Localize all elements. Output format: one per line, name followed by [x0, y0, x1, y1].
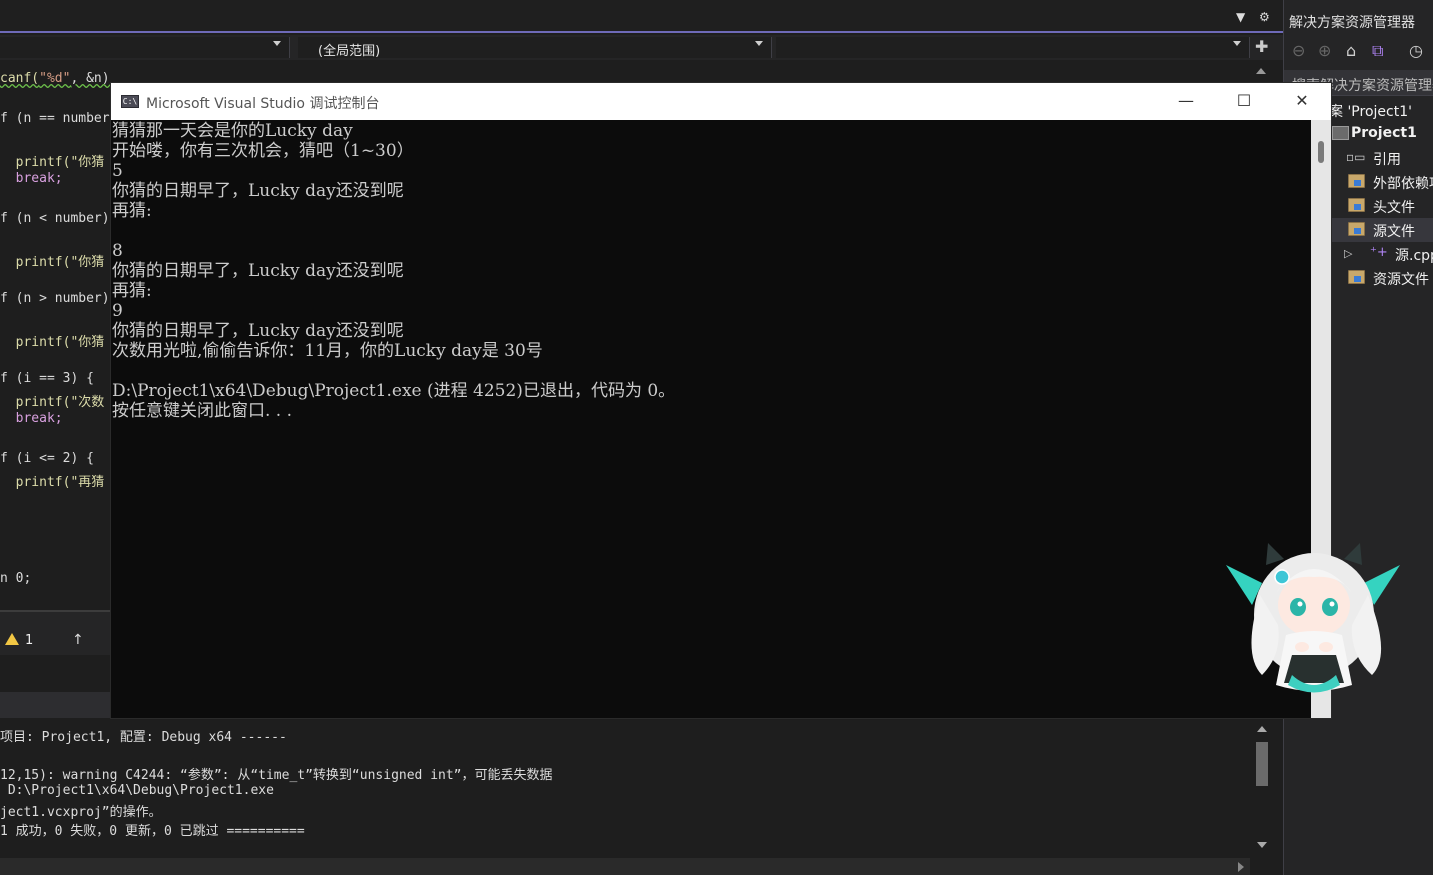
- folder-icon: [1348, 174, 1365, 188]
- code-line: f (n < number): [0, 211, 110, 226]
- chevron-down-icon: [755, 41, 763, 46]
- cpp-file-icon: ⁺+: [1370, 245, 1388, 260]
- console-line: 次数用光啦,偷偷告诉你：11月，你的Lucky day是 30号: [112, 341, 543, 361]
- code-line: f (n > number): [0, 291, 110, 306]
- debug-console-window[interactable]: C:\ Microsoft Visual Studio 调试控制台 — ☐ ✕ …: [110, 82, 1332, 719]
- console-line: 你猜的日期早了，Lucky day还没到呢: [112, 321, 404, 341]
- code-line: n 0;: [0, 571, 32, 586]
- folder-icon: [1348, 198, 1365, 212]
- output-horizontal-scrollbar[interactable]: [0, 858, 1250, 875]
- code-line: printf("次数: [0, 395, 105, 410]
- dropdown-arrow-icon[interactable]: ▼: [1236, 10, 1245, 24]
- output-line: 项目: Project1, 配置: Debug x64 ------: [0, 730, 287, 745]
- chevron-down-icon: [1233, 41, 1241, 46]
- minimize-button[interactable]: —: [1157, 83, 1215, 120]
- back-icon[interactable]: ⊖: [1292, 41, 1305, 60]
- history-icon[interactable]: ◷: [1409, 41, 1423, 60]
- console-line: 5: [112, 161, 123, 181]
- console-title: Microsoft Visual Studio 调试控制台: [146, 96, 380, 112]
- console-line: 9: [112, 301, 123, 321]
- arrow-up-icon[interactable]: ↑: [72, 632, 84, 648]
- forward-icon[interactable]: ⊕: [1318, 41, 1331, 60]
- code-line: break;: [0, 171, 63, 186]
- switch-views-icon[interactable]: ⧉: [1372, 41, 1383, 61]
- scroll-down-icon[interactable]: [1257, 842, 1267, 848]
- solution-explorer-title: 解决方案资源管理器: [1289, 15, 1415, 31]
- console-output[interactable]: 猜猜那一天会是你的Lucky day 开始喽，你有三次机会，猜吧（1~30） 5…: [111, 120, 1311, 718]
- output-line: ject1.vcxproj”的操作。: [0, 805, 162, 820]
- code-line: f (i <= 2) {: [0, 451, 94, 466]
- references-icon: ▫▭: [1346, 150, 1366, 164]
- folder-icon: [1348, 270, 1365, 284]
- console-line: D:\Project1\x64\Debug\Project1.exe (进程 4…: [112, 381, 676, 401]
- folder-icon: [1348, 222, 1365, 236]
- code-line: break;: [0, 411, 63, 426]
- console-line: 猜猜那一天会是你的Lucky day: [112, 121, 353, 141]
- editor-status-bar: 1 ↑: [0, 610, 110, 655]
- split-editor-icon[interactable]: ✚: [1255, 37, 1268, 56]
- chevron-down-icon: [273, 41, 281, 46]
- output-vertical-scrollbar[interactable]: [1250, 718, 1274, 858]
- navigation-bar: (全局范围) ✚: [0, 35, 1283, 60]
- console-line: 你猜的日期早了，Lucky day还没到呢: [112, 181, 404, 201]
- console-line: 再猜:: [112, 281, 152, 301]
- code-editor[interactable]: canf("%d", &n); f (n == number printf("你…: [0, 60, 110, 610]
- code-line: f (n == number: [0, 111, 110, 126]
- console-line: 8: [112, 241, 123, 261]
- console-line: 你猜的日期早了，Lucky day还没到呢: [112, 261, 404, 281]
- project-scope-dropdown[interactable]: [0, 37, 290, 58]
- scroll-up-icon[interactable]: [1257, 726, 1267, 732]
- scroll-up-icon[interactable]: [1256, 68, 1266, 74]
- output-line: D:\Project1\x64\Debug\Project1.exe: [0, 783, 274, 798]
- console-line: 开始喽，你有三次机会，猜吧（1~30）: [112, 141, 414, 161]
- code-line: printf("你猜: [0, 155, 105, 170]
- scrollbar-thumb[interactable]: [1318, 141, 1324, 163]
- global-scope-label: (全局范围): [318, 44, 381, 59]
- console-app-icon: C:\: [121, 95, 139, 108]
- code-line: printf("你猜: [0, 255, 105, 270]
- maximize-button[interactable]: ☐: [1215, 83, 1273, 120]
- expand-arrow-icon[interactable]: ▷: [1344, 247, 1352, 260]
- warning-count[interactable]: 1: [5, 633, 33, 648]
- console-line: 再猜:: [112, 201, 152, 221]
- close-button[interactable]: ✕: [1273, 83, 1331, 120]
- solution-explorer-toolbar: ⊖ ⊕ ⌂ ⧉ ◷: [1284, 36, 1433, 66]
- anime-mascot-icon[interactable]: [1222, 535, 1406, 705]
- scroll-right-icon[interactable]: [1238, 862, 1244, 872]
- project-icon: [1332, 126, 1349, 140]
- member-dropdown[interactable]: [776, 37, 1250, 58]
- code-line: printf("你猜: [0, 335, 105, 350]
- console-titlebar[interactable]: C:\ Microsoft Visual Studio 调试控制台 — ☐ ✕: [111, 83, 1331, 120]
- scrollbar-thumb[interactable]: [1256, 742, 1268, 786]
- code-line: f (i == 3) {: [0, 371, 94, 386]
- ide-top-toolbar: ▼ ⚙: [0, 0, 1283, 33]
- console-line: 按任意键关闭此窗口. . .: [112, 401, 293, 421]
- global-scope-dropdown[interactable]: (全局范围): [298, 37, 772, 59]
- gear-icon[interactable]: ⚙: [1259, 10, 1270, 24]
- code-line: printf("再猜: [0, 475, 105, 490]
- warning-icon: [5, 633, 19, 645]
- output-line: 1 成功，0 失败，0 更新，0 已跳过 ==========: [0, 824, 305, 839]
- output-panel[interactable]: 项目: Project1, 配置: Debug x64 ------ 12,15…: [0, 718, 1250, 858]
- output-line: 12,15): warning C4244: “参数”: 从“time_t”转换…: [0, 768, 553, 783]
- home-icon[interactable]: ⌂: [1346, 41, 1356, 60]
- output-panel-header: [0, 692, 110, 718]
- code-line: canf("%d", &n);: [0, 71, 110, 86]
